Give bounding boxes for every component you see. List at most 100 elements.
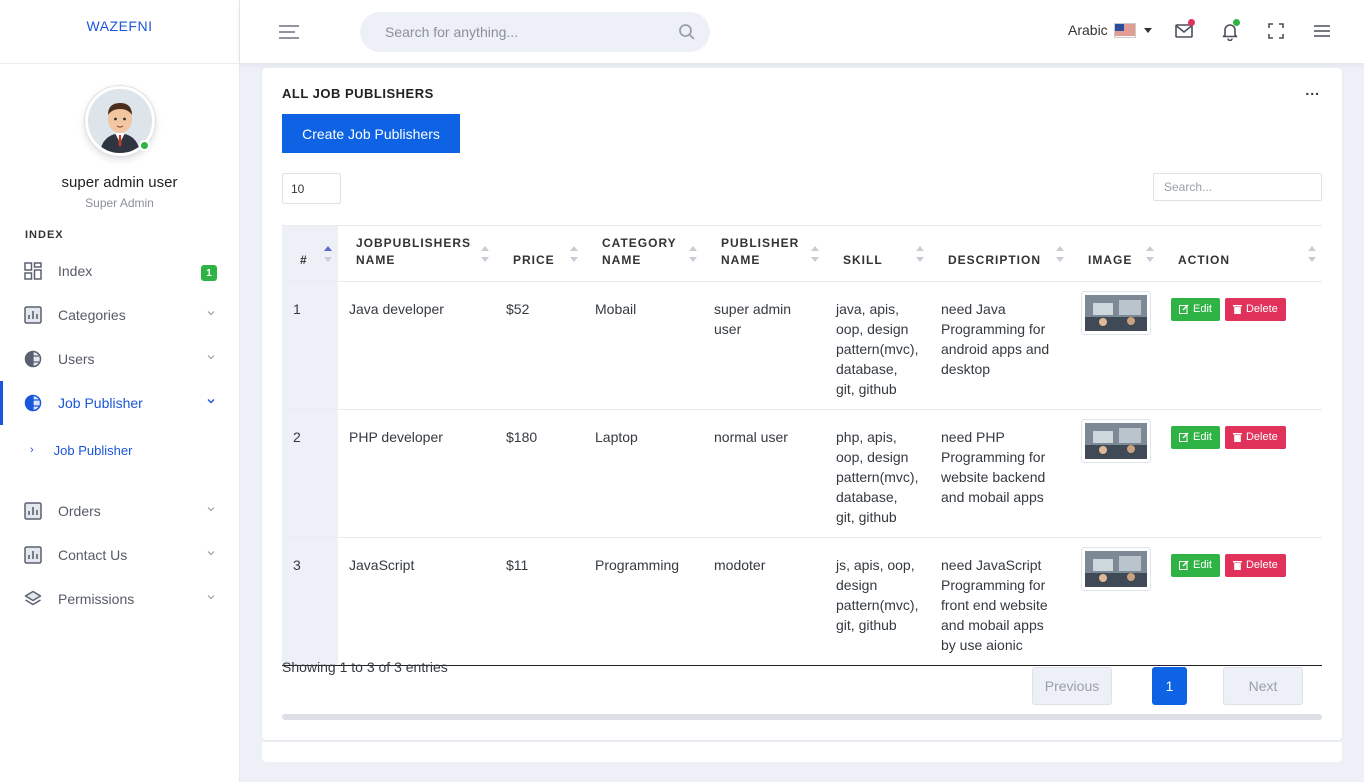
sidebar-item-contact-us[interactable]: Contact Us xyxy=(0,533,239,577)
sidebar-item-label: Users xyxy=(58,351,95,367)
column-header-category[interactable]: CATEGORY NAME xyxy=(584,225,703,282)
trash-icon xyxy=(1232,433,1242,442)
page-length-select[interactable]: 10 xyxy=(282,173,341,204)
cell-id: 3 xyxy=(282,537,338,666)
half-circle-icon xyxy=(24,350,42,368)
delete-button[interactable]: Delete xyxy=(1224,297,1286,321)
cell-category: Mobail xyxy=(584,281,703,410)
menu-icon[interactable] xyxy=(278,24,300,40)
fullscreen-icon[interactable] xyxy=(1266,21,1286,41)
dashboard-icon xyxy=(24,262,42,280)
job-image xyxy=(1085,551,1147,587)
chevron-down-icon xyxy=(207,507,215,512)
chart-icon xyxy=(24,502,42,520)
delete-button[interactable]: Delete xyxy=(1224,553,1286,577)
sidebar-item-categories[interactable]: Categories xyxy=(0,293,239,337)
table-row: 1 Java developer $52 Mobail super admin … xyxy=(282,281,1322,410)
column-header-name[interactable]: JOBPUBLISHERS NAME xyxy=(338,225,495,282)
brand-logo[interactable]: WAZEFNI xyxy=(0,0,239,64)
previous-page-button[interactable]: Previous xyxy=(1032,667,1112,705)
edit-button[interactable]: Edit xyxy=(1171,425,1220,449)
column-header-image[interactable]: IMAGE xyxy=(1070,225,1160,282)
cell-image xyxy=(1070,537,1160,666)
cell-description: need PHP Programming for website backend… xyxy=(930,409,1070,538)
bell-icon[interactable] xyxy=(1220,19,1240,42)
column-header-id[interactable]: # xyxy=(282,225,338,282)
sidebar-item-label: Orders xyxy=(58,503,101,519)
create-job-publishers-button[interactable]: Create Job Publishers xyxy=(282,114,460,153)
layers-icon xyxy=(24,590,42,608)
cell-id: 1 xyxy=(282,281,338,410)
cell-image xyxy=(1070,281,1160,410)
sidebar-item-label: Categories xyxy=(58,307,126,323)
language-selector[interactable]: Arabic xyxy=(1068,22,1152,38)
online-status-dot xyxy=(138,140,150,151)
trash-icon xyxy=(1232,561,1242,570)
card-options-menu[interactable]: ... xyxy=(1305,82,1320,98)
sort-asc-icon xyxy=(324,246,332,262)
cell-name: Java developer xyxy=(338,281,495,410)
cell-description: need Java Programming for android apps a… xyxy=(930,281,1070,410)
sidebar-nav: Index 1 Categories Users Job Publisher › xyxy=(0,249,239,621)
mail-icon[interactable] xyxy=(1174,19,1195,41)
job-thumbnail[interactable] xyxy=(1081,547,1151,591)
sidebar-item-label: Job Publisher xyxy=(58,395,143,411)
cell-name: PHP developer xyxy=(338,409,495,538)
chevron-down-icon xyxy=(207,311,215,316)
sort-icon xyxy=(570,246,578,262)
page-1-button[interactable]: 1 xyxy=(1152,667,1187,705)
sidebar-item-orders[interactable]: Orders xyxy=(0,489,239,533)
avatar[interactable] xyxy=(84,86,155,156)
bell-notification-dot xyxy=(1233,19,1240,26)
profile-name: super admin user xyxy=(61,174,178,191)
edit-icon xyxy=(1179,304,1189,314)
table-info: Showing 1 to 3 of 3 entries xyxy=(282,659,448,675)
sort-icon xyxy=(1146,246,1154,262)
job-thumbnail[interactable] xyxy=(1081,291,1151,335)
horizontal-scrollbar[interactable] xyxy=(282,714,1322,720)
table-row: 2 PHP developer $180 Laptop normal user … xyxy=(282,409,1322,538)
card-bottom-strip xyxy=(262,742,1342,762)
sidebar: WAZEFNI super admin user Super Admin IND… xyxy=(0,0,240,782)
cell-name: JavaScript xyxy=(338,537,495,666)
nav-section-title: INDEX xyxy=(25,229,64,241)
edit-button[interactable]: Edit xyxy=(1171,297,1220,321)
sidebar-item-permissions[interactable]: Permissions xyxy=(0,577,239,621)
profile: super admin user Super Admin xyxy=(0,64,239,210)
column-header-description[interactable]: DESCRIPTION xyxy=(930,225,1070,282)
hamburger-icon[interactable] xyxy=(1312,21,1332,41)
sort-icon xyxy=(689,246,697,262)
chevron-right-icon: › xyxy=(30,444,34,456)
search-bar xyxy=(360,12,710,52)
sidebar-item-job-publisher[interactable]: Job Publisher xyxy=(0,381,239,425)
sort-icon xyxy=(1056,246,1064,262)
job-thumbnail[interactable] xyxy=(1081,419,1151,463)
sidebar-item-label: Index xyxy=(58,263,93,279)
profile-role: Super Admin xyxy=(85,196,154,210)
delete-button[interactable]: Delete xyxy=(1224,425,1286,449)
table-header: # JOBPUBLISHERS NAME PRICE CATEGORY NAME… xyxy=(282,225,1322,282)
sidebar-item-index[interactable]: Index 1 xyxy=(0,249,239,293)
column-header-skill[interactable]: SKILL xyxy=(825,225,930,282)
column-header-publisher[interactable]: PUBLISHER NAME xyxy=(703,225,825,282)
column-header-price[interactable]: PRICE xyxy=(495,225,584,282)
half-circle-icon xyxy=(24,394,42,412)
cell-publisher: super admin user xyxy=(703,281,825,410)
search-input[interactable] xyxy=(385,24,665,40)
cell-action: Edit Delete xyxy=(1160,281,1322,410)
cell-action: Edit Delete xyxy=(1160,409,1322,538)
sidebar-item-users[interactable]: Users xyxy=(0,337,239,381)
search-icon[interactable] xyxy=(678,23,696,41)
edit-button[interactable]: Edit xyxy=(1171,553,1220,577)
mail-notification-dot xyxy=(1188,19,1195,26)
column-header-action[interactable]: ACTION xyxy=(1160,225,1322,282)
table-search-input[interactable] xyxy=(1153,173,1322,201)
chevron-down-icon xyxy=(207,595,215,600)
cell-skill: java, apis, oop, design pattern(mvc), da… xyxy=(825,281,930,410)
next-page-button[interactable]: Next xyxy=(1223,667,1303,705)
sidebar-subitem-job-publisher[interactable]: › Job Publisher xyxy=(0,425,239,475)
cell-price: $11 xyxy=(495,537,584,666)
table-row: 3 JavaScript $11 Programming modoter js,… xyxy=(282,537,1322,666)
table-body: 1 Java developer $52 Mobail super admin … xyxy=(282,281,1322,666)
